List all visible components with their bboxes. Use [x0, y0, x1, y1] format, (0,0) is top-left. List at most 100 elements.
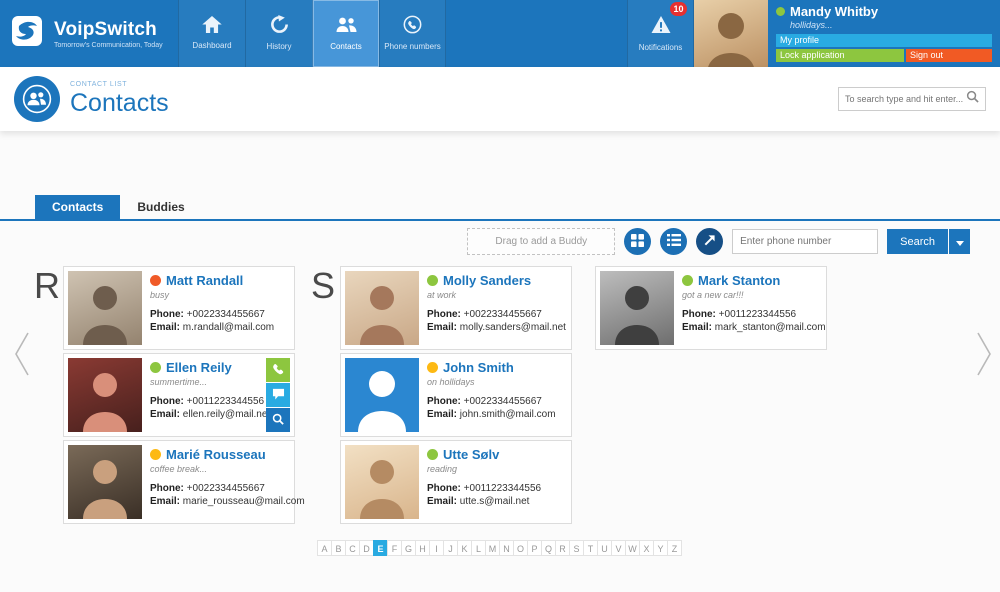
contact-card[interactable]: Matt Randall busy Phone: +0022334455667 … — [63, 266, 295, 350]
contact-card[interactable]: John Smith on hollidays Phone: +00223344… — [340, 353, 572, 437]
nav-notifications[interactable]: 10 Notifications — [627, 0, 694, 67]
search-button[interactable]: Search — [887, 229, 948, 254]
contact-photo — [68, 358, 142, 432]
contact-name: Utte Sølv — [443, 447, 499, 462]
toolbar: Drag to add a Buddy Search — [0, 221, 1000, 260]
contact-phone: Phone: +0022334455667 — [150, 309, 274, 320]
contact-name: Ellen Reily — [166, 360, 232, 375]
contact-email: Email: mark_stanton@mail.com — [682, 322, 822, 333]
alphabet-letter[interactable]: R — [555, 540, 570, 556]
alphabet-index: A B C D E F G H I J K L M N O P Q R S T … — [0, 540, 1000, 556]
call-button[interactable] — [266, 358, 290, 382]
search-icon[interactable] — [966, 90, 979, 108]
contact-info: Molly Sanders at work Phone: +0022334455… — [427, 271, 566, 345]
previous-page-button[interactable] — [14, 330, 30, 381]
alphabet-letter[interactable]: K — [457, 540, 472, 556]
contact-status: on hollidays — [427, 377, 556, 387]
alphabet-letter[interactable]: J — [443, 540, 458, 556]
chevron-left-icon — [14, 366, 30, 381]
contact-phone: Phone: +0011223344556 — [682, 309, 822, 320]
email-label: Email: — [682, 322, 712, 333]
search-options-caret[interactable] — [949, 229, 970, 254]
alphabet-letter[interactable]: B — [331, 540, 346, 556]
alphabet-letter[interactable]: C — [345, 540, 360, 556]
email-label: Email: — [150, 409, 180, 420]
nav-dashboard[interactable]: Dashboard — [178, 0, 245, 67]
user-panel: Mandy Whitby hollidays... My profile Loc… — [768, 0, 1000, 67]
contact-photo — [345, 445, 419, 519]
phone-label: Phone: — [150, 396, 184, 407]
presence-dot — [150, 362, 161, 373]
grid-icon — [631, 234, 644, 250]
nav-history[interactable]: History — [245, 0, 312, 67]
alphabet-letter[interactable]: F — [387, 540, 402, 556]
alphabet-letter[interactable]: Y — [653, 540, 668, 556]
contact-info: Mark Stanton got a new car!!! Phone: +00… — [682, 271, 822, 345]
phone-number-input[interactable] — [732, 229, 878, 254]
list-view-button[interactable] — [660, 228, 687, 255]
alphabet-letter[interactable]: H — [415, 540, 430, 556]
contact-phone: Phone: +0022334455667 — [150, 483, 290, 494]
search-contact-button[interactable] — [266, 408, 290, 432]
lock-application-link[interactable]: Lock application — [776, 49, 904, 62]
contact-card[interactable]: Ellen Reily summertime... Phone: +001122… — [63, 353, 295, 437]
chevron-down-icon — [956, 234, 964, 249]
contact-card[interactable]: Mark Stanton got a new car!!! Phone: +00… — [595, 266, 827, 350]
alphabet-letter[interactable]: I — [429, 540, 444, 556]
contact-email: Email: john.smith@mail.com — [427, 409, 556, 420]
buddy-drop-zone[interactable]: Drag to add a Buddy — [467, 228, 615, 255]
contact-status: at work — [427, 290, 566, 300]
alphabet-letter[interactable]: L — [471, 540, 486, 556]
contact-actions — [266, 358, 290, 432]
dialer-shortcut-button[interactable] — [696, 228, 723, 255]
alphabet-letter[interactable]: Z — [667, 540, 682, 556]
list-icon — [667, 234, 681, 249]
sign-out-link[interactable]: Sign out — [906, 49, 992, 62]
tab-buddies[interactable]: Buddies — [120, 195, 201, 219]
alphabet-letter[interactable]: P — [527, 540, 542, 556]
contacts-circle-icon — [14, 76, 60, 122]
alphabet-letter[interactable]: N — [499, 540, 514, 556]
contact-phone: Phone: +0022334455667 — [427, 309, 566, 320]
chat-button[interactable] — [266, 383, 290, 407]
presence-dot — [150, 275, 161, 286]
alphabet-letter[interactable]: V — [611, 540, 626, 556]
alphabet-letter[interactable]: M — [485, 540, 500, 556]
alphabet-letter[interactable]: S — [569, 540, 584, 556]
contact-status: busy — [150, 290, 274, 300]
my-profile-link[interactable]: My profile — [776, 34, 992, 47]
contact-email: Email: marie_rousseau@mail.com — [150, 496, 290, 507]
alphabet-letter[interactable]: W — [625, 540, 640, 556]
group-letter: S — [311, 266, 340, 524]
grid-view-button[interactable] — [624, 228, 651, 255]
user-avatar[interactable] — [694, 0, 768, 74]
contact-card[interactable]: Marié Rousseau coffee break... Phone: +0… — [63, 440, 295, 524]
contact-card[interactable]: Molly Sanders at work Phone: +0022334455… — [340, 266, 572, 350]
tab-contacts[interactable]: Contacts — [35, 195, 120, 219]
alphabet-letter[interactable]: X — [639, 540, 654, 556]
alphabet-letter[interactable]: G — [401, 540, 416, 556]
alphabet-letter[interactable]: D — [359, 540, 374, 556]
nav-contacts[interactable]: Contacts — [312, 0, 379, 67]
alphabet-letter[interactable]: U — [597, 540, 612, 556]
alphabet-letter[interactable]: Q — [541, 540, 556, 556]
phone-label: Phone: — [427, 396, 461, 407]
contact-card[interactable]: Utte Sølv reading Phone: +0011223344556 … — [340, 440, 572, 524]
contact-photo-placeholder — [345, 358, 419, 432]
user-status-text: hollidays... — [790, 20, 992, 30]
global-search-input[interactable] — [845, 94, 966, 104]
alphabet-letter[interactable]: T — [583, 540, 598, 556]
alphabet-letter-active[interactable]: E — [373, 540, 388, 556]
main-content: Contacts Buddies Drag to add a Buddy — [0, 131, 1000, 592]
contact-email: Email: ellen.reily@mail.net — [150, 409, 264, 420]
alphabet-letter[interactable]: A — [317, 540, 332, 556]
alphabet-letter[interactable]: O — [513, 540, 528, 556]
contact-info: Utte Sølv reading Phone: +0011223344556 … — [427, 445, 541, 519]
nav-phone-numbers[interactable]: Phone numbers — [379, 0, 446, 67]
phone-value: +0011223344556 — [187, 396, 264, 407]
next-page-button[interactable] — [976, 330, 992, 381]
phone-label: Phone: — [150, 483, 184, 494]
brand-tagline: Tomorrow's Communication, Today — [54, 42, 163, 49]
contact-status: reading — [427, 464, 541, 474]
phone-label: Phone: — [427, 309, 461, 320]
